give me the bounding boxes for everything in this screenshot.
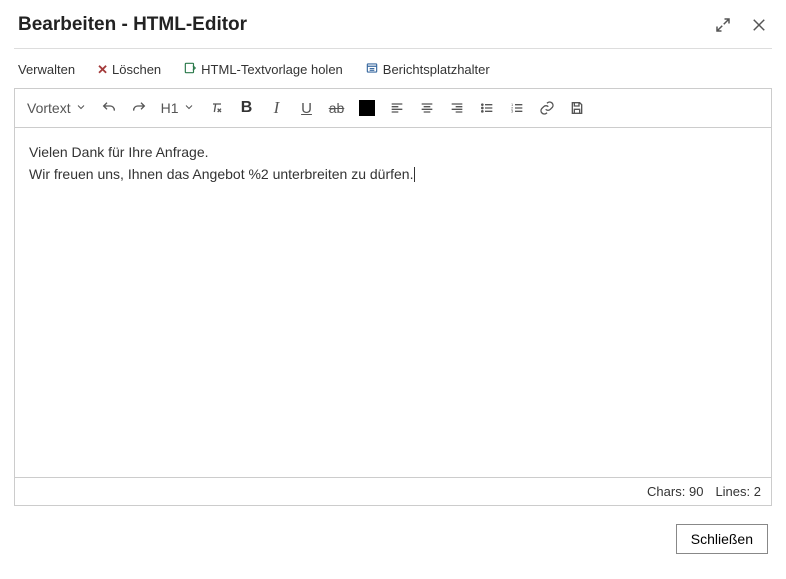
text-cursor bbox=[414, 167, 415, 182]
editor-line: Vielen Dank für Ihre Anfrage. bbox=[29, 142, 757, 164]
menu-report-placeholder-label: Berichtsplatzhalter bbox=[383, 62, 490, 77]
titlebar-actions bbox=[714, 16, 768, 34]
menu-fetch-template-label: HTML-Textvorlage holen bbox=[201, 62, 343, 77]
menu-delete-label: Löschen bbox=[112, 62, 161, 77]
menu-delete[interactable]: ✕ Löschen bbox=[97, 62, 161, 78]
chevron-down-icon bbox=[75, 100, 87, 116]
menu-manage[interactable]: Verwalten bbox=[18, 62, 75, 77]
numbered-list-button[interactable]: 123 bbox=[503, 94, 531, 122]
editor-line: Wir freuen uns, Ihnen das Angebot %2 unt… bbox=[29, 164, 757, 186]
color-picker-button[interactable] bbox=[353, 94, 381, 122]
align-left-button[interactable] bbox=[383, 94, 411, 122]
strikethrough-button[interactable]: ab bbox=[323, 94, 351, 122]
heading-dropdown[interactable]: H1 bbox=[155, 100, 201, 116]
status-chars: Chars: 90 bbox=[647, 484, 703, 499]
preset-dropdown-label: Vortext bbox=[27, 100, 71, 116]
html-editor-dialog: Bearbeiten - HTML-Editor Verwalten ✕ Lös… bbox=[0, 0, 786, 579]
undo-button[interactable] bbox=[95, 94, 123, 122]
editor-area: Vielen Dank für Ihre Anfrage. Wir freuen… bbox=[14, 128, 772, 478]
report-icon bbox=[365, 61, 379, 78]
align-right-button[interactable] bbox=[443, 94, 471, 122]
template-icon bbox=[183, 61, 197, 78]
heading-dropdown-label: H1 bbox=[161, 100, 179, 116]
titlebar: Bearbeiten - HTML-Editor bbox=[14, 0, 772, 49]
bold-button[interactable]: B bbox=[233, 94, 261, 122]
svg-text:3: 3 bbox=[511, 109, 514, 114]
menu-manage-label: Verwalten bbox=[18, 62, 75, 77]
dialog-title: Bearbeiten - HTML-Editor bbox=[18, 14, 247, 36]
clear-format-button[interactable] bbox=[203, 94, 231, 122]
delete-icon: ✕ bbox=[97, 62, 108, 78]
redo-button[interactable] bbox=[125, 94, 153, 122]
editor-content[interactable]: Vielen Dank für Ihre Anfrage. Wir freuen… bbox=[15, 128, 771, 477]
menu-fetch-template[interactable]: HTML-Textvorlage holen bbox=[183, 61, 343, 78]
preset-dropdown[interactable]: Vortext bbox=[21, 100, 93, 116]
menubar: Verwalten ✕ Löschen HTML-Textvorlage hol… bbox=[14, 49, 772, 88]
editor-toolbar: Vortext H1 B I U ab bbox=[14, 88, 772, 128]
bullet-list-button[interactable] bbox=[473, 94, 501, 122]
link-button[interactable] bbox=[533, 94, 561, 122]
align-center-button[interactable] bbox=[413, 94, 441, 122]
close-icon[interactable] bbox=[750, 16, 768, 34]
status-lines: Lines: 2 bbox=[715, 484, 761, 499]
statusbar: Chars: 90 Lines: 2 bbox=[14, 478, 772, 506]
chevron-down-icon bbox=[183, 100, 195, 116]
color-swatch-icon bbox=[359, 100, 375, 116]
dialog-footer: Schließen bbox=[14, 506, 772, 554]
expand-icon[interactable] bbox=[714, 16, 732, 34]
menu-report-placeholder[interactable]: Berichtsplatzhalter bbox=[365, 61, 490, 78]
save-button[interactable] bbox=[563, 94, 591, 122]
underline-button[interactable]: U bbox=[293, 94, 321, 122]
close-button[interactable]: Schließen bbox=[676, 524, 768, 554]
italic-button[interactable]: I bbox=[263, 94, 291, 122]
